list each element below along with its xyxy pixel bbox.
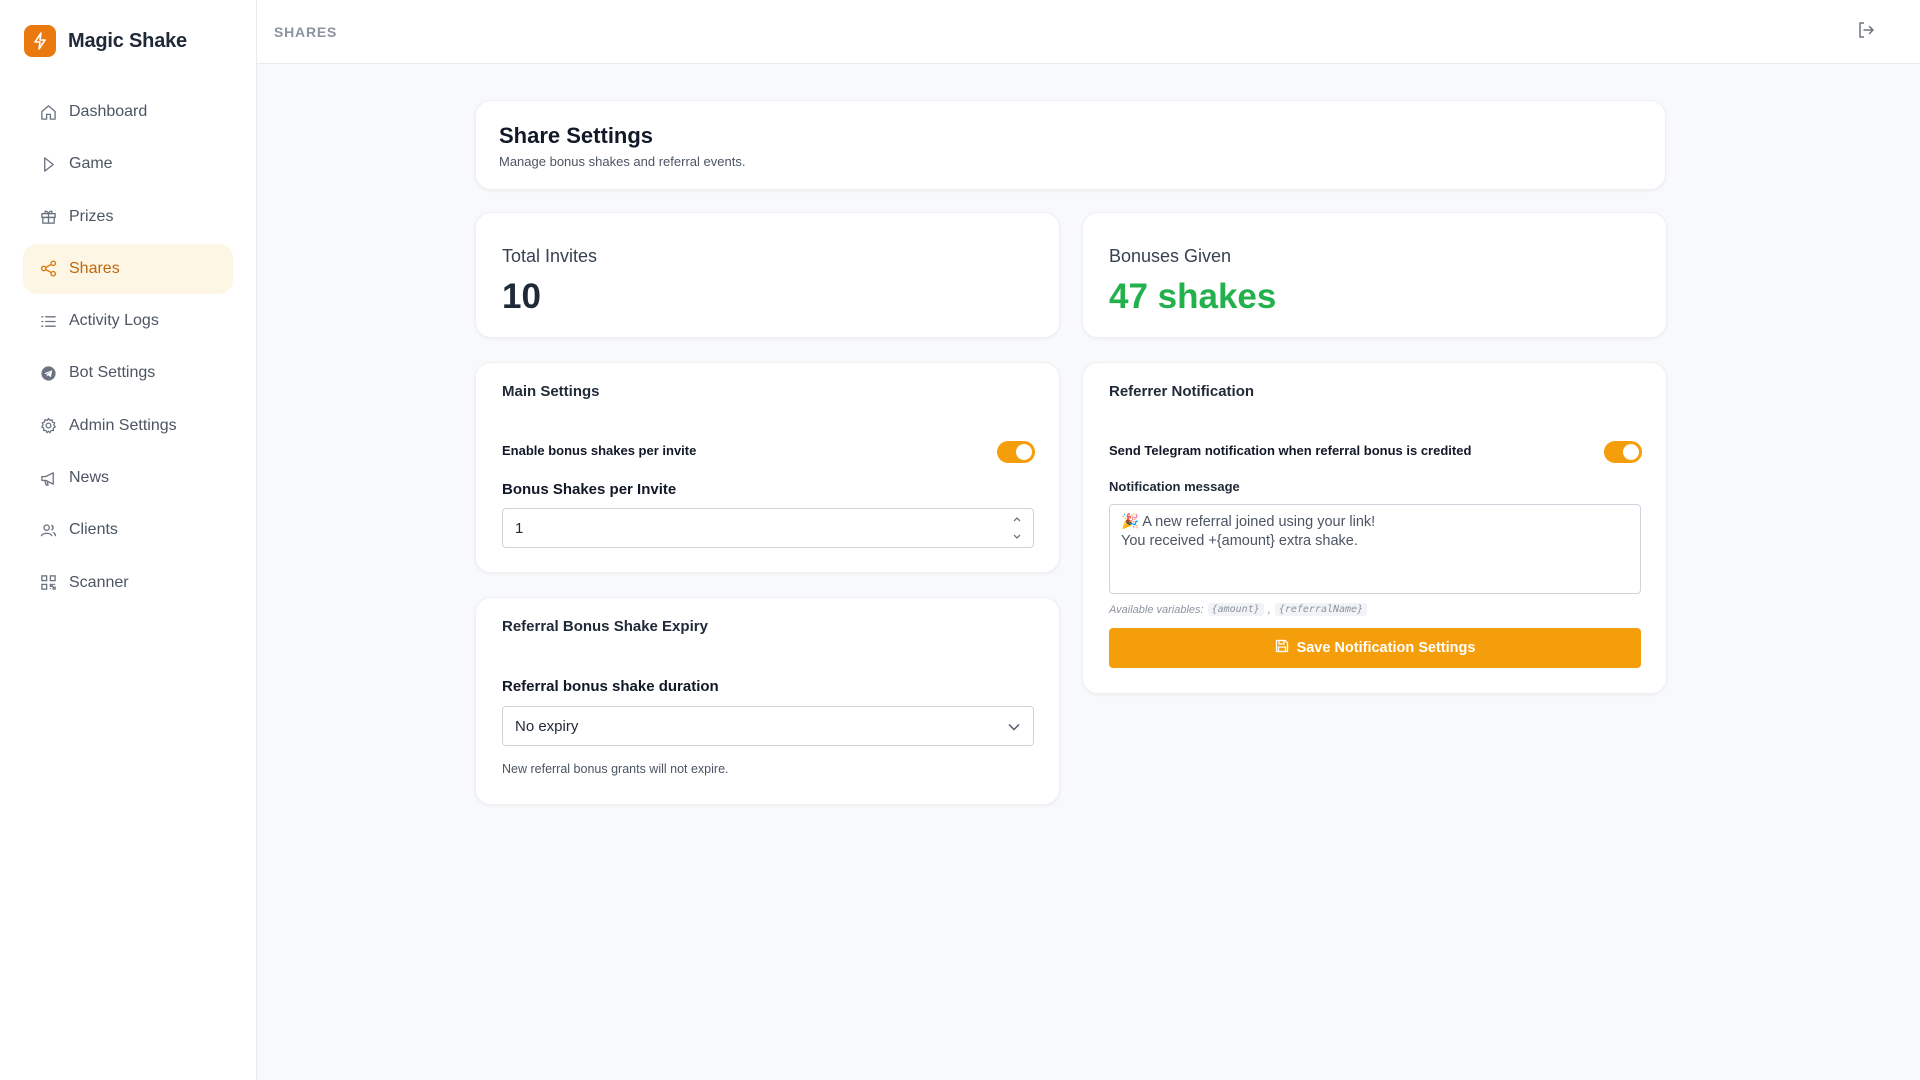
section-title: Main Settings <box>502 383 600 400</box>
gear-icon <box>39 417 57 435</box>
stat-card-total-invites: Total Invites 10 <box>475 212 1060 338</box>
variable-tag: {referralName} <box>1274 603 1368 616</box>
vars-label: Available variables: <box>1109 603 1204 616</box>
toggle-label: Enable bonus shakes per invite <box>502 443 697 458</box>
page-subtitle: Manage bonus shakes and referral events. <box>499 154 746 169</box>
sidebar-item-news[interactable]: News <box>23 453 233 503</box>
input-value: 1 <box>515 520 524 537</box>
stat-label: Total Invites <box>502 246 598 266</box>
sidebar-item-label: Prizes <box>69 207 114 225</box>
list-icon <box>39 312 57 330</box>
field-label: Bonus Shakes per Invite <box>502 481 677 498</box>
save-notification-button[interactable]: Save Notification Settings <box>1109 628 1641 668</box>
sidebar-item-scanner[interactable]: Scanner <box>23 558 233 608</box>
toggle-label: Send Telegram notification when referral… <box>1109 443 1472 458</box>
stat-value: 47 shakes <box>1109 277 1277 316</box>
vars-separator: , <box>1267 603 1271 616</box>
brand[interactable]: Magic Shake <box>24 25 187 57</box>
stat-card-bonuses-given: Bonuses Given 47 shakes <box>1082 212 1667 338</box>
sidebar-item-dashboard[interactable]: Dashboard <box>23 87 233 137</box>
sidebar-item-activity-logs[interactable]: Activity Logs <box>23 296 233 346</box>
number-spinner-icon[interactable] <box>1011 513 1023 543</box>
gift-icon <box>39 208 57 226</box>
sidebar-item-label: Scanner <box>69 573 129 591</box>
sidebar-item-label: Admin Settings <box>69 416 177 434</box>
stat-label: Bonuses Given <box>1109 246 1232 266</box>
users-icon <box>39 521 57 539</box>
save-icon <box>1275 639 1289 657</box>
field-label: Notification message <box>1109 479 1240 494</box>
sidebar-item-admin-settings[interactable]: Admin Settings <box>23 401 233 451</box>
sidebar-item-bot-settings[interactable]: Bot Settings <box>23 348 233 398</box>
field-label: Referral bonus shake duration <box>502 678 719 695</box>
share-icon <box>39 260 57 278</box>
main-settings-card: Main Settings Enable bonus shakes per in… <box>475 362 1060 573</box>
app-name: Magic Shake <box>68 29 187 52</box>
referral-expiry-card: Referral Bonus Shake Expiry Referral bon… <box>475 597 1060 805</box>
variable-tag: {amount} <box>1207 603 1264 616</box>
bonus-shakes-input[interactable]: 1 <box>502 508 1034 548</box>
page-title: Share Settings <box>499 123 654 148</box>
sidebar-item-prizes[interactable]: Prizes <box>23 192 233 242</box>
page-header-card: Share Settings Manage bonus shakes and r… <box>475 100 1666 190</box>
referrer-notification-card: Referrer Notification Send Telegram noti… <box>1082 362 1667 694</box>
megaphone-icon <box>39 469 57 487</box>
sidebar-item-label: Bot Settings <box>69 364 156 382</box>
select-value: No expiry <box>515 718 579 735</box>
bonus-shakes-toggle[interactable] <box>997 441 1035 463</box>
sidebar: Magic Shake Dashboard Game Prizes Shares <box>0 0 257 1080</box>
play-icon <box>39 155 57 173</box>
sidebar-item-label: Clients <box>69 521 118 539</box>
section-title: Referral Bonus Shake Expiry <box>502 618 708 635</box>
logout-icon[interactable] <box>1856 20 1878 42</box>
sidebar-item-label: Dashboard <box>69 103 148 120</box>
expiry-hint: New referral bonus grants will not expir… <box>502 762 729 776</box>
telegram-notification-toggle[interactable] <box>1604 441 1642 463</box>
sidebar-nav: Dashboard Game Prizes Shares Activity Lo… <box>23 87 233 610</box>
sidebar-item-shares[interactable]: Shares <box>23 243 233 294</box>
home-icon <box>39 103 57 121</box>
save-button-label: Save Notification Settings <box>1296 640 1476 656</box>
section-title: Referrer Notification <box>1109 383 1255 400</box>
sidebar-item-clients[interactable]: Clients <box>23 505 233 555</box>
qr-icon <box>39 574 57 592</box>
sidebar-item-label: Game <box>69 155 113 173</box>
sidebar-item-label: Shares <box>69 259 120 277</box>
expiry-duration-select[interactable]: No expiry <box>502 706 1034 746</box>
sidebar-item-label: News <box>69 469 110 487</box>
topbar: SHARES <box>257 0 1920 64</box>
sidebar-item-label: Activity Logs <box>69 312 159 330</box>
lightning-icon <box>24 25 56 57</box>
notification-message-textarea[interactable]: 🎉 A new referral joined using your link!… <box>1109 504 1641 594</box>
telegram-icon <box>39 364 57 382</box>
sidebar-item-game[interactable]: Game <box>23 139 233 189</box>
chevron-down-icon <box>1007 720 1021 734</box>
breadcrumb: SHARES <box>274 24 338 40</box>
available-variables: Available variables: {amount} , {referra… <box>1109 603 1368 616</box>
stat-value: 10 <box>502 277 541 316</box>
